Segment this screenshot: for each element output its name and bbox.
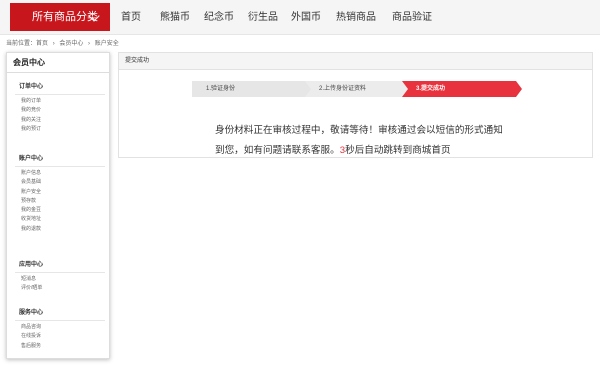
sidebar-item-messages[interactable]: 短消息 — [7, 275, 109, 284]
divider — [15, 94, 105, 95]
sidebar-item-my-follows[interactable]: 我的关注 — [7, 116, 109, 125]
sidebar-section-title: 账户中心 — [19, 156, 44, 162]
sidebar-item-account-security[interactable]: 账户安全 — [7, 188, 109, 197]
nav-item-foreign-coin[interactable]: 外国币 — [291, 0, 321, 35]
nav-item-product-verify[interactable]: 商品验证 — [392, 0, 432, 35]
sidebar-item-deposit[interactable]: 预存款 — [7, 197, 109, 206]
sidebar-section-apps: 应用中心 短消息 评价/晒单 — [7, 259, 109, 294]
sidebar-item-member-basics[interactable]: 会员基础 — [7, 178, 109, 187]
divider — [15, 166, 105, 167]
top-nav: 所有商品分类 首页 熊猫币 纪念币 衍生品 外国币 热销商品 商品验证 — [0, 0, 600, 35]
sidebar-item-reviews[interactable]: 评价/晒单 — [7, 284, 109, 293]
breadcrumb-member-center[interactable]: 会员中心 — [59, 41, 83, 47]
breadcrumb-home[interactable]: 当前位置：首页 — [6, 41, 48, 47]
sidebar-title: 会员中心 — [7, 53, 109, 73]
breadcrumb-separator: › — [52, 41, 55, 47]
sidebar-item-product-inquiry[interactable]: 商品咨询 — [7, 323, 109, 332]
sidebar-item-my-refunds[interactable]: 我的退款 — [7, 225, 109, 234]
breadcrumb: 当前位置：首页 › 会员中心 › 账户安全 — [6, 38, 122, 47]
step-verify-identity: 1.验证身份 — [192, 81, 316, 97]
sidebar-item-my-bids[interactable]: 我的竞价 — [7, 106, 109, 115]
progress-steps: 1.验证身份 2.上传身份证资料 3.提交成功 — [192, 81, 522, 97]
breadcrumb-account-security: 账户安全 — [94, 41, 119, 47]
sidebar-section-account: 账户中心 账户信息 会员基础 账户安全 预存款 我的金豆 收货地址 我的退款 — [7, 153, 109, 234]
member-sidebar: 会员中心 订单中心 我的订单 我的竞价 我的关注 我的预订 账户中心 账户信息 … — [6, 52, 110, 359]
sidebar-item-shipping-address[interactable]: 收货地址 — [7, 215, 109, 224]
nav-item-panda-coin[interactable]: 熊猫币 — [160, 0, 190, 35]
sidebar-item-my-reservations[interactable]: 我的预订 — [7, 125, 109, 134]
submit-success-panel: 提交成功 1.验证身份 2.上传身份证资料 3.提交成功 身份材料正在审核过程中… — [118, 52, 593, 158]
sidebar-item-gold-beans[interactable]: 我的金豆 — [7, 206, 109, 215]
nav-item-home[interactable]: 首页 — [121, 0, 141, 35]
message-line-2: 到您，如有问题请联系客服。3秒后自动跳转到商城首页 — [215, 141, 545, 161]
sidebar-section-title: 订单中心 — [19, 84, 44, 90]
all-categories-button[interactable]: 所有商品分类 — [10, 3, 110, 31]
sidebar-item-account-info[interactable]: 账户信息 — [7, 169, 109, 178]
divider — [15, 320, 105, 321]
sidebar-item-online-complaint[interactable]: 在线投诉 — [7, 332, 109, 341]
sidebar-item-after-sales[interactable]: 售后服务 — [7, 342, 109, 351]
sidebar-section-title: 服务中心 — [19, 310, 44, 316]
nav-item-commemorative-coin[interactable]: 纪念币 — [204, 0, 234, 35]
status-message: 身份材料正在审核过程中，敬请等待！审核通过会以短信的形式通知 到您，如有问题请联… — [215, 121, 545, 161]
sidebar-section-service: 服务中心 商品咨询 在线投诉 售后服务 — [7, 307, 109, 351]
nav-item-hot-products[interactable]: 热销商品 — [336, 0, 376, 35]
message-line-2-redirect: 秒后自动跳转到商城首页 — [345, 145, 451, 156]
all-categories-label: 所有商品分类 — [32, 11, 98, 23]
sidebar-item-my-orders[interactable]: 我的订单 — [7, 97, 109, 106]
breadcrumb-separator: › — [88, 41, 91, 47]
step-submit-success: 3.提交成功 — [402, 81, 522, 97]
step-upload-id: 2.上传身份证资料 — [305, 81, 411, 97]
nav-item-derivatives[interactable]: 衍生品 — [248, 0, 278, 35]
panel-title: 提交成功 — [119, 53, 592, 70]
message-line-2-text: 到您，如有问题请联系客服。 — [215, 145, 340, 156]
divider — [15, 272, 105, 273]
sidebar-section-title: 应用中心 — [19, 262, 44, 268]
sidebar-section-orders: 订单中心 我的订单 我的竞价 我的关注 我的预订 — [7, 81, 109, 134]
message-line-1: 身份材料正在审核过程中，敬请等待！审核通过会以短信的形式通知 — [215, 125, 503, 136]
